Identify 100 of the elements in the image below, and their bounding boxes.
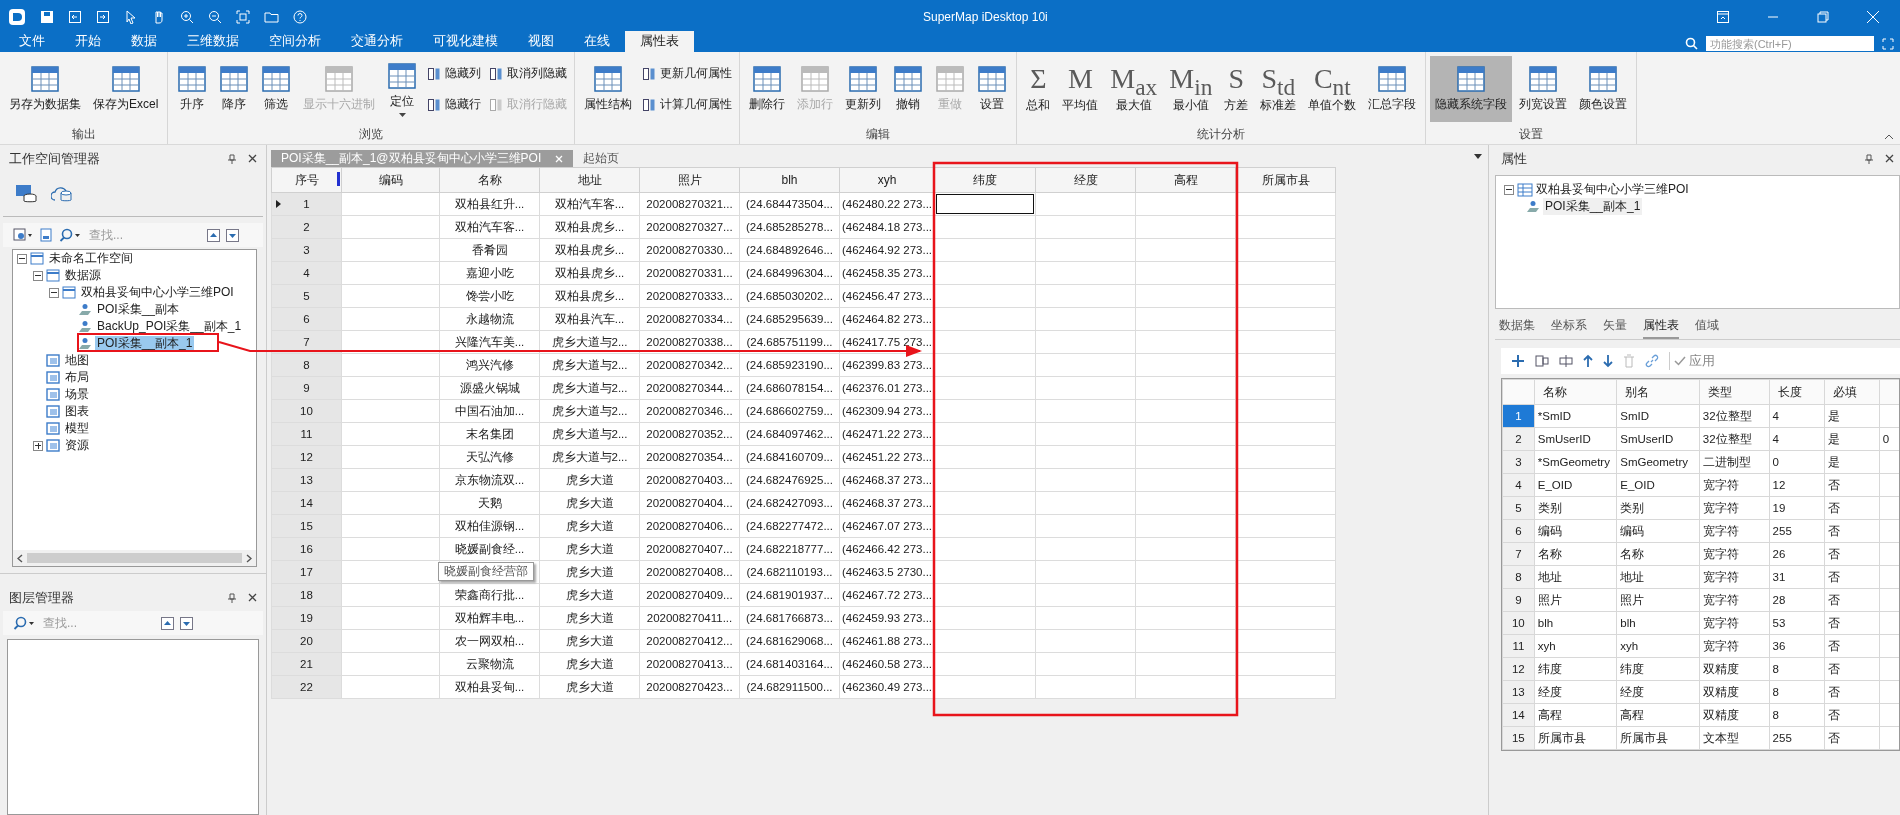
row-header[interactable]: 4 <box>1502 473 1535 497</box>
row-header[interactable]: 2 <box>271 215 342 239</box>
row-header[interactable]: 15 <box>1502 726 1535 750</box>
pin-icon[interactable] <box>228 153 236 164</box>
ribbon-button[interactable]: 筛选 <box>256 56 297 122</box>
ribbon-button[interactable]: 取消列隐藏 <box>486 63 571 84</box>
column-header[interactable]: 别名 <box>1616 379 1700 405</box>
document-tab[interactable]: 起始页 <box>573 150 630 167</box>
collapse-toggle-icon[interactable] <box>49 287 59 298</box>
ribbon-button[interactable]: 降序 <box>214 56 255 122</box>
row-header[interactable]: 6 <box>271 307 342 331</box>
ribbon-tab[interactable]: 三维数据 <box>172 31 254 52</box>
tree-item[interactable]: 地图 <box>63 353 91 368</box>
row-header[interactable]: 14 <box>271 491 342 515</box>
row-header[interactable]: 5 <box>271 284 342 308</box>
column-header[interactable]: 经度 <box>1035 167 1136 193</box>
ribbon-button[interactable]: C$_{nt}$ 单值个数 <box>1303 56 1362 122</box>
pin-icon[interactable] <box>1865 153 1873 164</box>
ribbon-button[interactable]: 升序 <box>172 56 213 122</box>
column-header[interactable]: xyh <box>839 167 935 193</box>
ribbon-tab[interactable]: 开始 <box>60 31 116 52</box>
ribbon-tab[interactable]: 在线 <box>569 31 625 52</box>
tree-item[interactable]: POI采集__副本_1 <box>1543 198 1643 215</box>
ribbon-tab[interactable]: 交通分析 <box>336 31 418 52</box>
save-icon[interactable] <box>40 9 54 24</box>
ribbon-button[interactable]: 定位 <box>382 56 423 122</box>
ribbon-tab[interactable]: 视图 <box>513 31 569 52</box>
row-header[interactable]: 10 <box>1502 611 1535 635</box>
full-extent-icon[interactable] <box>236 9 250 24</box>
tree-item[interactable]: POI采集__副本 <box>95 302 182 317</box>
import-icon[interactable] <box>68 9 82 24</box>
arrow-up-icon[interactable] <box>1583 354 1593 368</box>
row-header[interactable]: 16 <box>271 537 342 561</box>
ribbon-tab[interactable]: 数据 <box>116 31 172 52</box>
row-header[interactable]: 14 <box>1502 703 1535 727</box>
apply-button[interactable]: 应用 <box>1669 352 1719 370</box>
zoom-out-icon[interactable] <box>208 9 222 24</box>
tree-item[interactable]: 布局 <box>63 370 91 385</box>
ribbon-button[interactable]: 设置 <box>972 56 1013 122</box>
ribbon-tab[interactable]: 空间分析 <box>254 31 336 52</box>
computer-database-icon[interactable] <box>15 184 37 204</box>
collapse-toggle-icon[interactable] <box>33 270 43 281</box>
folder-icon[interactable] <box>264 9 279 24</box>
move-down-icon[interactable] <box>226 228 239 242</box>
collapse-toggle-icon[interactable] <box>17 253 27 264</box>
ribbon-button[interactable]: 计算几何属性 <box>639 94 736 115</box>
tree-item[interactable]: 双柏县妥甸中心小学三维POI <box>1536 181 1689 198</box>
row-header[interactable]: 3 <box>271 238 342 262</box>
row-header[interactable]: 13 <box>271 468 342 492</box>
row-header[interactable]: 19 <box>271 606 342 630</box>
row-header[interactable]: 21 <box>271 652 342 676</box>
row-header[interactable]: 6 <box>1502 519 1535 543</box>
ribbon-button[interactable]: 隐藏行 <box>424 94 485 115</box>
focused-cell[interactable] <box>936 194 1034 214</box>
tree-item[interactable]: 双柏县妥甸中心小学三维POI <box>79 285 236 300</box>
row-header[interactable]: 12 <box>1502 657 1535 681</box>
row-header[interactable]: 11 <box>1502 634 1535 658</box>
collapse-toggle-icon[interactable] <box>1504 184 1514 195</box>
search-icon[interactable] <box>13 616 35 630</box>
column-header[interactable]: 照片 <box>639 167 740 193</box>
property-tab[interactable]: 数据集 <box>1499 317 1535 339</box>
column-header[interactable]: 高程 <box>1135 167 1236 193</box>
tree-item[interactable]: 场景 <box>63 387 91 402</box>
row-header[interactable]: 7 <box>1502 542 1535 566</box>
help-icon[interactable] <box>293 9 307 24</box>
row-header[interactable]: 9 <box>271 376 342 400</box>
tree-item[interactable]: 数据源 <box>63 268 103 283</box>
collapse-ribbon-icon[interactable] <box>1884 133 1894 140</box>
hand-icon[interactable] <box>152 9 166 24</box>
ribbon-button[interactable]: 删除行 <box>744 56 791 122</box>
column-header[interactable]: blh <box>739 167 840 193</box>
ribbon-button[interactable]: 另存为数据集 <box>4 56 86 122</box>
ribbon-button[interactable]: Σ 总和 <box>1021 56 1056 122</box>
ribbon-button[interactable]: 更新列 <box>840 56 887 122</box>
column-header[interactable]: 长度 <box>1769 379 1825 405</box>
row-header[interactable]: 18 <box>271 583 342 607</box>
row-header[interactable]: 5 <box>1502 496 1535 520</box>
column-header[interactable]: 所属市县 <box>1235 167 1336 193</box>
close-icon[interactable] <box>248 154 257 163</box>
view-options-icon[interactable] <box>13 228 33 242</box>
ribbon-button[interactable]: M$_{in}$ 最小值 <box>1164 56 1218 122</box>
property-tab[interactable]: 矢量 <box>1603 317 1627 339</box>
row-header[interactable]: 17 <box>271 560 342 584</box>
row-header[interactable]: 1 <box>271 192 342 216</box>
ribbon-button[interactable]: 隐藏列 <box>424 63 485 84</box>
row-header[interactable]: 12 <box>271 445 342 469</box>
move-up-icon[interactable] <box>207 228 220 242</box>
expand-toggle-icon[interactable] <box>33 440 43 451</box>
zoom-in-icon[interactable] <box>180 9 194 24</box>
scroll-right-icon[interactable] <box>246 553 252 563</box>
column-header[interactable]: 序号 <box>271 167 342 193</box>
ribbon-button[interactable]: 保存为Excel <box>88 56 164 122</box>
ribbon-tab[interactable]: 可视化建模 <box>418 31 513 52</box>
row-header[interactable]: 8 <box>1502 565 1535 589</box>
horizontal-scrollbar[interactable] <box>13 550 256 566</box>
move-down-icon[interactable] <box>180 616 193 630</box>
tree-item[interactable]: 图表 <box>63 404 91 419</box>
tree-item[interactable]: BackUp_POI采集__副本_1 <box>95 319 244 334</box>
add-icon[interactable] <box>1511 354 1525 368</box>
property-tab[interactable]: 属性表 <box>1643 317 1679 339</box>
